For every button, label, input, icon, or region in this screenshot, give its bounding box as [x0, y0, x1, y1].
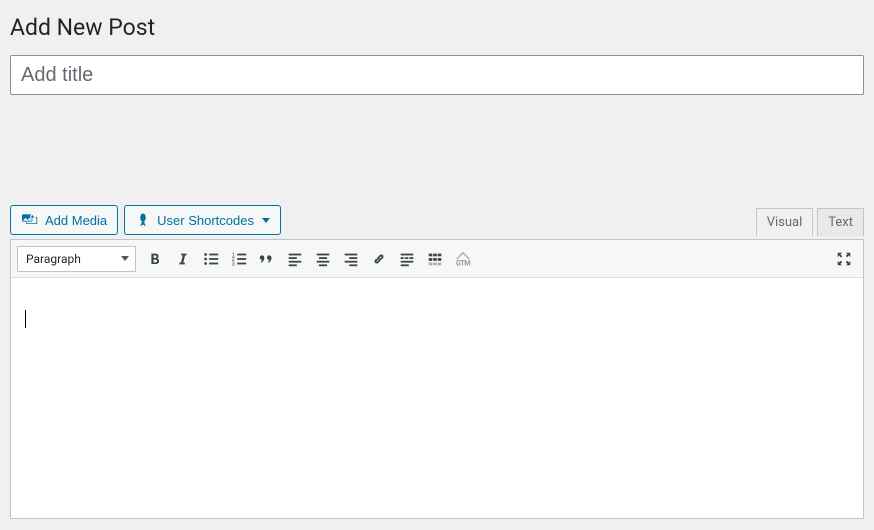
svg-text:3: 3 [232, 261, 235, 267]
align-right-button[interactable] [338, 246, 364, 272]
toolbar-toggle-button[interactable] [422, 246, 448, 272]
tab-visual[interactable]: Visual [756, 208, 814, 236]
ol-icon: 123 [230, 250, 248, 268]
tab-text[interactable]: Text [817, 208, 864, 236]
post-title-input[interactable] [10, 55, 864, 95]
text-cursor [25, 310, 26, 328]
quote-icon [258, 250, 276, 268]
ol-button[interactable]: 123 [226, 246, 252, 272]
fullscreen-icon [835, 250, 853, 268]
gtm-icon: GTM [453, 250, 473, 268]
align-center-icon [314, 250, 332, 268]
media-row: Add Media User Shortcodes Visual Text [10, 205, 864, 235]
align-center-button[interactable] [310, 246, 336, 272]
kitchen-sink-icon [426, 250, 444, 268]
bold-icon [146, 250, 164, 268]
media-icon [21, 212, 39, 228]
ul-button[interactable] [198, 246, 224, 272]
add-media-label: Add Media [45, 213, 107, 228]
editor-body[interactable] [11, 278, 863, 518]
align-left-button[interactable] [282, 246, 308, 272]
quote-button[interactable] [254, 246, 280, 272]
chevron-down-icon [121, 256, 129, 261]
link-icon [370, 250, 388, 268]
editor-toolbar: Paragraph 123 [11, 240, 863, 278]
format-select[interactable]: Paragraph [17, 246, 136, 272]
link-button[interactable] [366, 246, 392, 272]
shortcodes-icon [135, 212, 151, 228]
italic-icon [174, 250, 192, 268]
editor-tabs: Visual Text [756, 208, 864, 236]
align-right-icon [342, 250, 360, 268]
read-more-icon [398, 250, 416, 268]
page-title: Add New Post [10, 10, 864, 41]
chevron-down-icon [262, 218, 270, 223]
gtm-button[interactable]: GTM [450, 246, 476, 272]
add-media-button[interactable]: Add Media [10, 205, 118, 235]
user-shortcodes-button[interactable]: User Shortcodes [124, 205, 281, 235]
editor-container: Paragraph 123 [10, 239, 864, 519]
ul-icon [202, 250, 220, 268]
align-left-icon [286, 250, 304, 268]
bold-button[interactable] [142, 246, 168, 272]
format-select-label: Paragraph [26, 252, 81, 266]
svg-text:GTM: GTM [456, 258, 470, 267]
fullscreen-button[interactable] [831, 246, 857, 272]
italic-button[interactable] [170, 246, 196, 272]
user-shortcodes-label: User Shortcodes [157, 213, 254, 228]
more-button[interactable] [394, 246, 420, 272]
